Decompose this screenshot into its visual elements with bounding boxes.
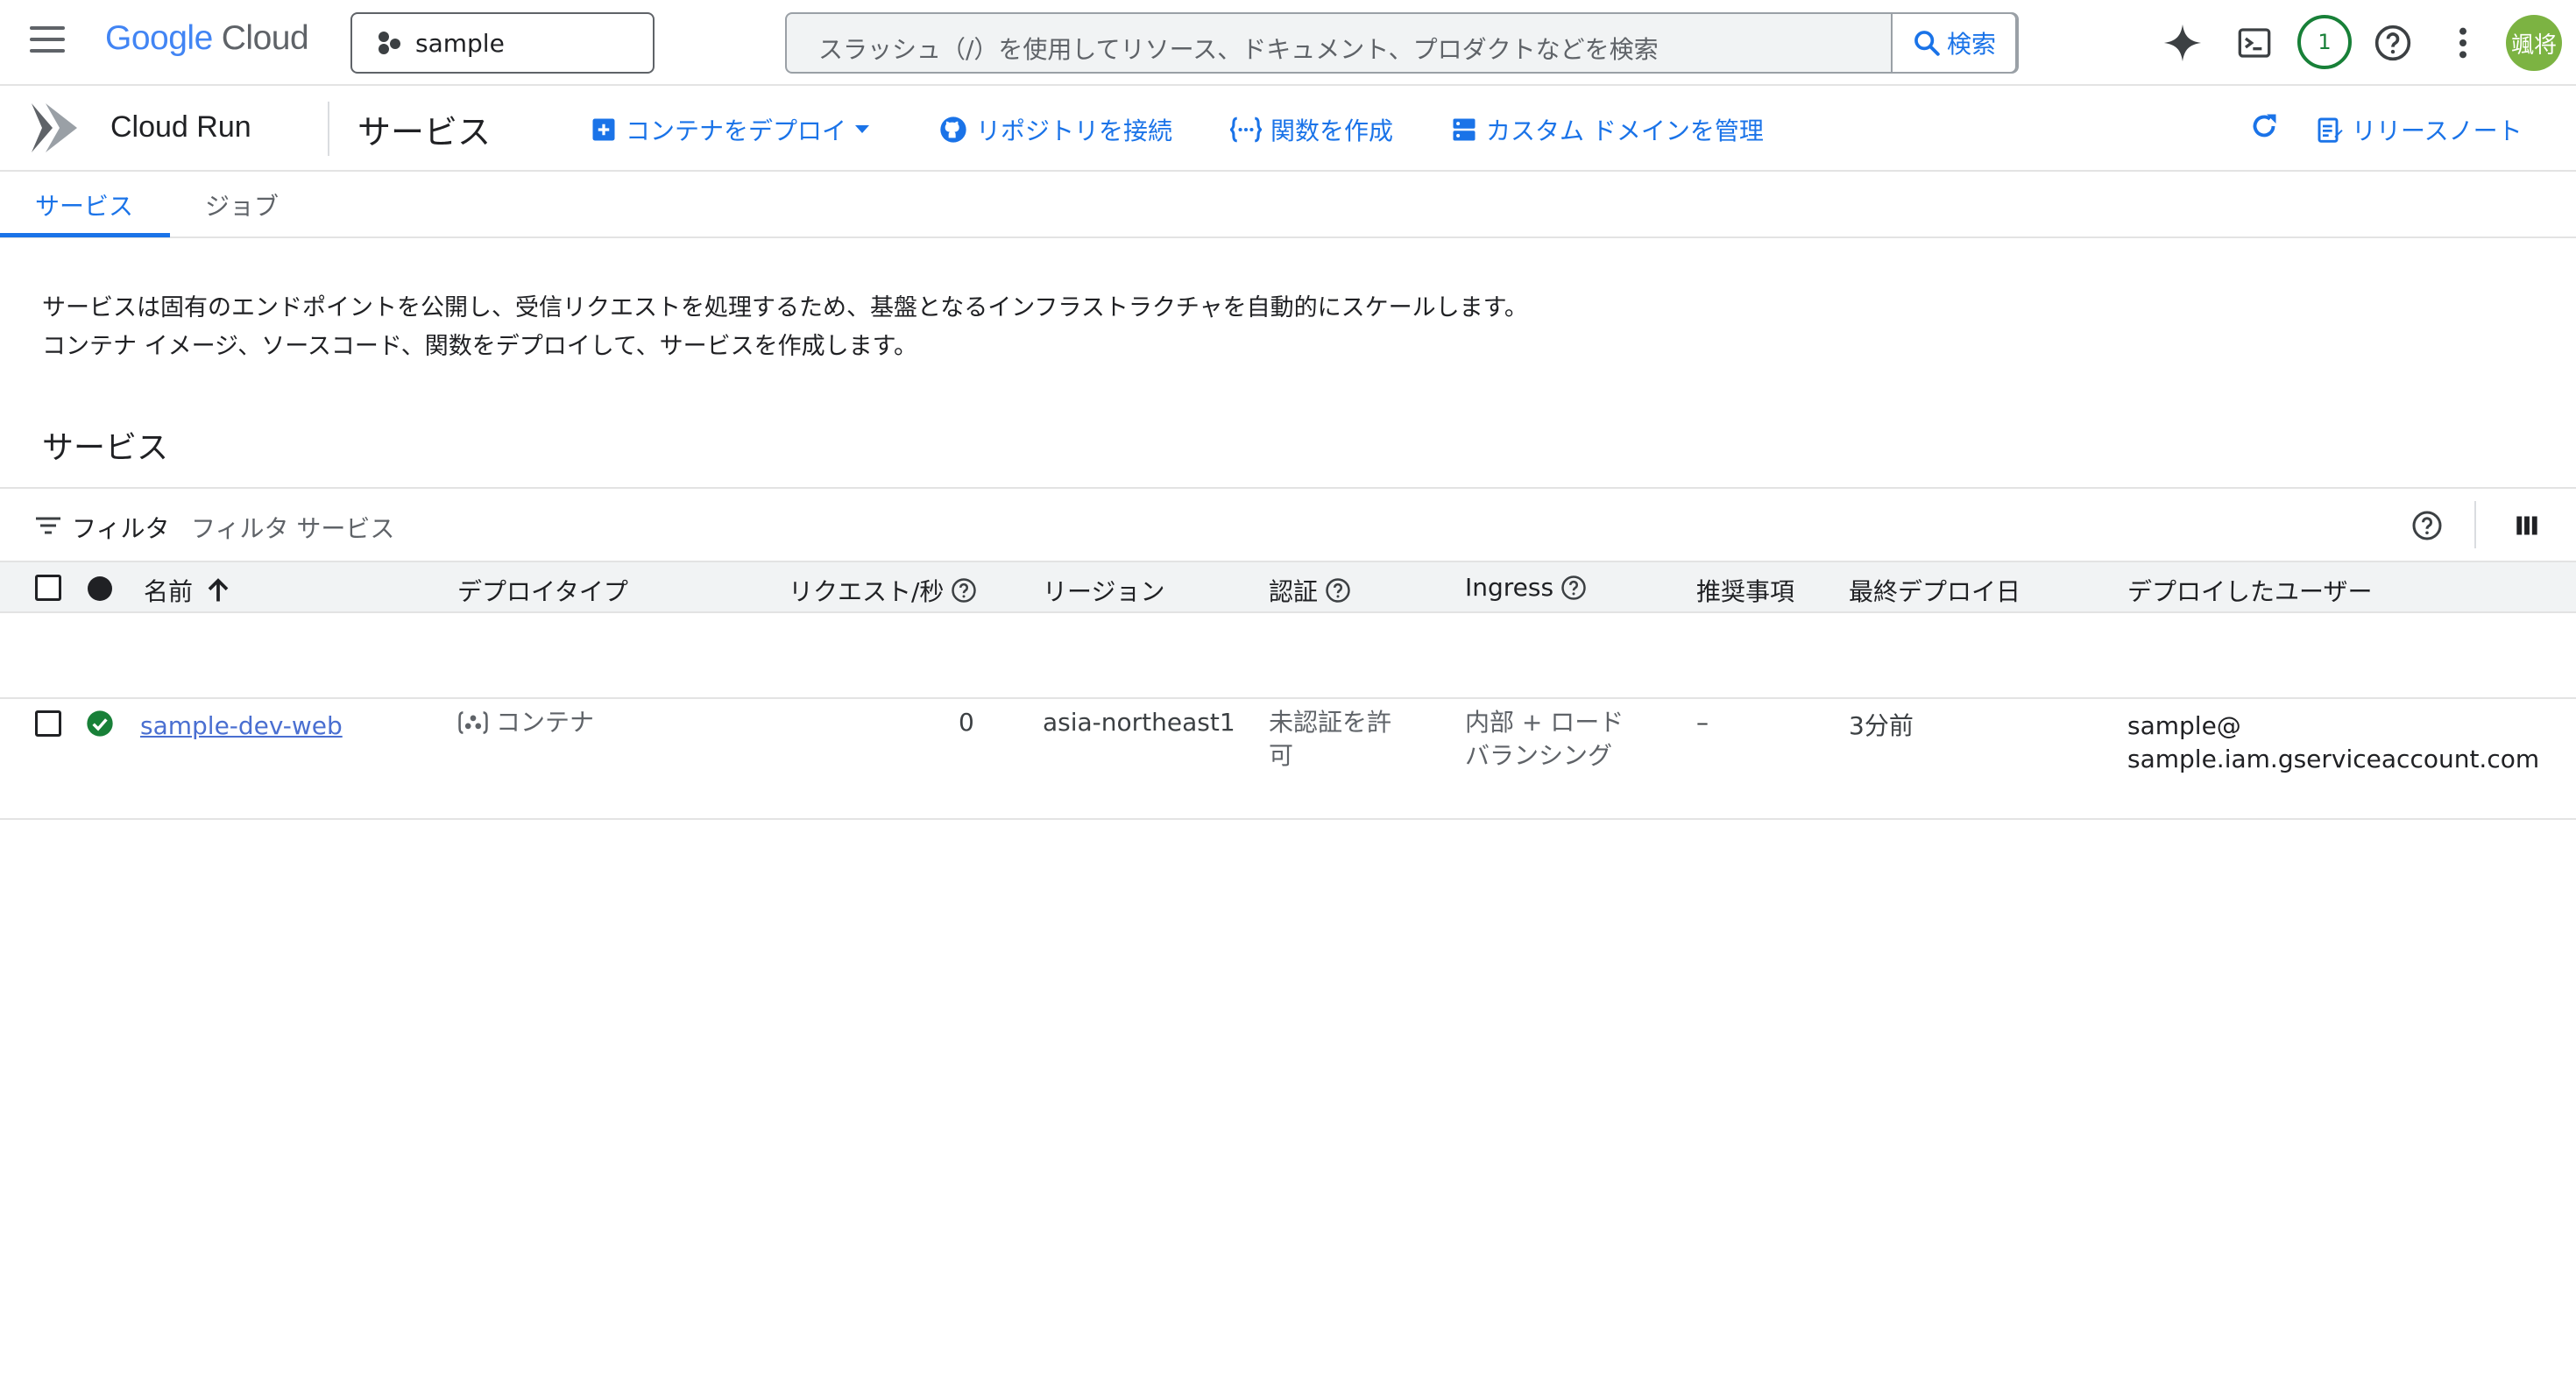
deployed-by-line-1: sample@ — [2127, 711, 2241, 740]
gemini-sparkle-icon[interactable] — [2159, 19, 2206, 67]
tab-services[interactable]: サービス — [35, 187, 133, 222]
row-separator — [0, 818, 2576, 820]
row-separator — [0, 697, 2576, 699]
main-menu-icon[interactable] — [30, 26, 65, 56]
function-icon — [1230, 116, 1262, 143]
status-column-icon — [88, 576, 112, 601]
project-selector[interactable]: sample — [350, 12, 655, 74]
notifications-badge[interactable]: 1 — [2297, 15, 2352, 69]
col-ingress[interactable]: Ingress — [1465, 573, 1587, 602]
description-line-2: コンテナ イメージ、ソースコード、関数をデプロイして、サービスを作成します。 — [42, 333, 917, 360]
tab-jobs[interactable]: ジョブ — [205, 187, 279, 222]
description-line-1: サービスは固有のエンドポイントを公開し、受信リクエストを処理するため、基盤となる… — [42, 294, 1528, 321]
status-ok-icon — [87, 710, 113, 737]
connect-repo-button[interactable]: リポジトリを接続 — [939, 112, 1172, 147]
col-name-label: 名前 — [144, 577, 194, 606]
refresh-icon — [2253, 114, 2276, 138]
release-notes-button[interactable]: リリースノート — [2317, 112, 2523, 147]
col-requests-label: リクエスト/秒 — [789, 577, 945, 606]
logo-google-text: Google — [105, 19, 213, 57]
top-header: Google Cloud sample スラッシュ（/）を使用してリソース、ドキュ… — [0, 0, 2576, 86]
refresh-button[interactable] — [2248, 110, 2289, 142]
deploy-container-label: コンテナをデプロイ — [626, 116, 847, 145]
table-help-icon[interactable] — [2411, 510, 2443, 541]
toolbar-divider — [328, 102, 329, 156]
product-toolbar: Cloud Run サービス コンテナをデプロイ リポジトリを接続 関数を作成 … — [0, 86, 2576, 172]
filter-divider — [2474, 501, 2476, 548]
ingress-cell: 内部 + ロード バランシング — [1465, 706, 1624, 773]
dns-icon — [1453, 118, 1476, 141]
page-title: サービス — [357, 113, 492, 152]
manage-domains-button[interactable]: カスタム ドメインを管理 — [1451, 112, 1764, 147]
col-ingress-label: Ingress — [1465, 573, 1554, 602]
search-input[interactable]: スラッシュ（/）を使用してリソース、ドキュメント、プロダクトなどを検索 — [818, 31, 1659, 66]
cloud-run-logo-icon — [28, 100, 82, 159]
col-last-deployed[interactable]: 最終デプロイ日 — [1849, 573, 2020, 608]
auth-line-2: 可 — [1269, 741, 1294, 770]
search-bar[interactable]: スラッシュ（/）を使用してリソース、ドキュメント、プロダクトなどを検索 検索 — [785, 12, 2019, 74]
auth-help-icon[interactable] — [1325, 577, 1351, 604]
column-display-icon[interactable] — [2515, 513, 2539, 538]
create-function-label: 関数を作成 — [1270, 116, 1394, 145]
service-name-link[interactable]: sample-dev-web — [140, 710, 343, 743]
requests-cell: 0 — [959, 708, 974, 737]
col-auth[interactable]: 認証 — [1269, 573, 1351, 608]
filter-bar: フィルタ フィルタ サービス — [0, 487, 2576, 561]
filter-input[interactable]: フィルタ サービス — [191, 510, 394, 545]
recommendations-cell: – — [1696, 708, 1709, 737]
more-vert-icon[interactable] — [2439, 19, 2487, 67]
manage-domains-label: カスタム ドメインを管理 — [1486, 116, 1764, 145]
auth-line-1: 未認証を許 — [1269, 708, 1392, 737]
google-cloud-logo[interactable]: Google Cloud — [105, 19, 309, 58]
col-region[interactable]: リージョン — [1043, 573, 1164, 608]
requests-help-icon[interactable] — [951, 577, 977, 604]
search-button[interactable]: 検索 — [1891, 12, 2017, 74]
auth-cell: 未認証を許 可 — [1269, 706, 1391, 773]
region-cell: asia-northeast1 — [1043, 708, 1235, 737]
product-name[interactable]: Cloud Run — [110, 110, 251, 145]
last-deployed-cell: 3分前 — [1849, 711, 1914, 740]
search-icon — [1914, 31, 1940, 56]
filter-icon[interactable] — [35, 515, 61, 536]
deploy-type-label: コンテナ — [496, 708, 595, 737]
sort-arrow-up-icon — [208, 578, 229, 602]
page-description: サービスは固有のエンドポイントを公開し、受信リクエストを処理するため、基盤となる… — [42, 289, 1528, 366]
add-box-icon — [592, 118, 615, 141]
deployed-by-line-2: sample.iam.gserviceaccount.com — [2127, 745, 2540, 773]
ingress-line-2: バランシング — [1465, 741, 1613, 770]
github-icon — [940, 116, 966, 143]
deployed-by-cell: sample@ sample.iam.gserviceaccount.com — [2127, 710, 2539, 776]
col-auth-label: 認証 — [1269, 577, 1319, 606]
search-button-label: 検索 — [1946, 30, 1996, 59]
select-all-checkbox[interactable] — [35, 575, 61, 601]
col-recommendations[interactable]: 推奨事項 — [1696, 573, 1794, 608]
ingress-line-1: 内部 + ロード — [1465, 708, 1624, 737]
col-deployed-by[interactable]: デプロイしたユーザー — [2127, 573, 2372, 608]
col-deploy-type[interactable]: デプロイタイプ — [457, 573, 628, 608]
active-tab-indicator — [0, 233, 170, 237]
project-name: sample — [415, 28, 505, 58]
connect-repo-label: リポジトリを接続 — [976, 116, 1173, 145]
col-requests[interactable]: リクエスト/秒 — [789, 573, 977, 608]
project-icon — [377, 30, 403, 56]
logo-cloud-text: Cloud — [221, 19, 309, 57]
section-title: サービス — [42, 430, 169, 466]
cloud-shell-icon[interactable] — [2231, 19, 2278, 67]
tab-bar: サービス ジョブ — [0, 172, 2576, 238]
dropdown-arrow-icon — [855, 125, 870, 133]
avatar[interactable]: 颯将 — [2506, 15, 2562, 71]
container-icon — [458, 711, 488, 734]
release-notes-label: リリースノート — [2352, 116, 2523, 145]
create-function-button[interactable]: 関数を作成 — [1230, 112, 1393, 147]
deploy-container-button[interactable]: コンテナをデプロイ — [591, 112, 870, 147]
help-icon[interactable] — [2369, 19, 2417, 67]
row-checkbox[interactable] — [35, 710, 61, 737]
filter-label[interactable]: フィルタ — [72, 510, 169, 545]
table-header: 名前 デプロイタイプ リクエスト/秒 リージョン 認証 Ingress 推奨事項… — [0, 561, 2576, 613]
deploy-type-cell: コンテナ — [457, 706, 594, 739]
col-name[interactable]: 名前 — [144, 573, 230, 608]
ingress-help-icon[interactable] — [1560, 575, 1587, 601]
release-notes-icon — [2318, 117, 2343, 143]
